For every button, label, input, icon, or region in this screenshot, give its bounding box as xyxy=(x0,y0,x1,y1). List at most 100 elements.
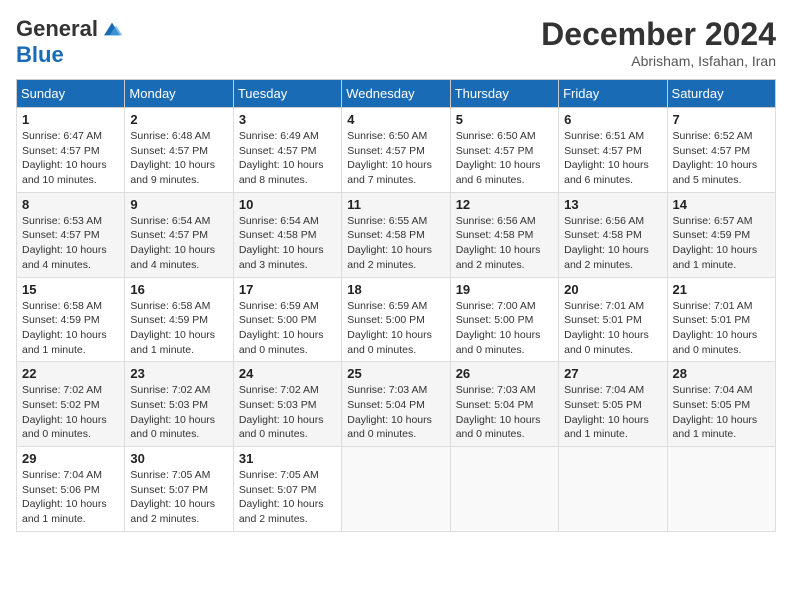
day-header-saturday: Saturday xyxy=(667,80,775,108)
day-info: Sunrise: 6:49 AM Sunset: 4:57 PM Dayligh… xyxy=(239,129,336,188)
calendar-cell: 14 Sunrise: 6:57 AM Sunset: 4:59 PM Dayl… xyxy=(667,192,775,277)
calendar-cell: 31 Sunrise: 7:05 AM Sunset: 5:07 PM Dayl… xyxy=(233,447,341,532)
day-number: 17 xyxy=(239,282,336,297)
day-info: Sunrise: 6:58 AM Sunset: 4:59 PM Dayligh… xyxy=(130,299,227,358)
day-number: 1 xyxy=(22,112,119,127)
day-info: Sunrise: 7:03 AM Sunset: 5:04 PM Dayligh… xyxy=(456,383,553,442)
day-number: 9 xyxy=(130,197,227,212)
day-number: 5 xyxy=(456,112,553,127)
day-info: Sunrise: 7:01 AM Sunset: 5:01 PM Dayligh… xyxy=(564,299,661,358)
day-info: Sunrise: 6:50 AM Sunset: 4:57 PM Dayligh… xyxy=(456,129,553,188)
day-info: Sunrise: 7:02 AM Sunset: 5:02 PM Dayligh… xyxy=(22,383,119,442)
calendar-cell xyxy=(450,447,558,532)
day-number: 3 xyxy=(239,112,336,127)
day-info: Sunrise: 7:00 AM Sunset: 5:00 PM Dayligh… xyxy=(456,299,553,358)
calendar-cell: 10 Sunrise: 6:54 AM Sunset: 4:58 PM Dayl… xyxy=(233,192,341,277)
calendar-cell: 29 Sunrise: 7:04 AM Sunset: 5:06 PM Dayl… xyxy=(17,447,125,532)
calendar-cell: 26 Sunrise: 7:03 AM Sunset: 5:04 PM Dayl… xyxy=(450,362,558,447)
calendar-cell: 11 Sunrise: 6:55 AM Sunset: 4:58 PM Dayl… xyxy=(342,192,450,277)
calendar-cell xyxy=(342,447,450,532)
day-info: Sunrise: 6:59 AM Sunset: 5:00 PM Dayligh… xyxy=(347,299,444,358)
logo-blue-text: Blue xyxy=(16,42,64,68)
calendar-cell: 9 Sunrise: 6:54 AM Sunset: 4:57 PM Dayli… xyxy=(125,192,233,277)
day-number: 6 xyxy=(564,112,661,127)
calendar-cell: 13 Sunrise: 6:56 AM Sunset: 4:58 PM Dayl… xyxy=(559,192,667,277)
day-info: Sunrise: 6:54 AM Sunset: 4:57 PM Dayligh… xyxy=(130,214,227,273)
logo: General Blue xyxy=(16,16,124,68)
day-number: 2 xyxy=(130,112,227,127)
day-number: 22 xyxy=(22,366,119,381)
calendar-cell: 25 Sunrise: 7:03 AM Sunset: 5:04 PM Dayl… xyxy=(342,362,450,447)
calendar-cell xyxy=(667,447,775,532)
day-number: 28 xyxy=(673,366,770,381)
day-header-tuesday: Tuesday xyxy=(233,80,341,108)
day-number: 20 xyxy=(564,282,661,297)
calendar-cell xyxy=(559,447,667,532)
day-info: Sunrise: 7:04 AM Sunset: 5:05 PM Dayligh… xyxy=(673,383,770,442)
day-number: 31 xyxy=(239,451,336,466)
calendar-cell: 24 Sunrise: 7:02 AM Sunset: 5:03 PM Dayl… xyxy=(233,362,341,447)
day-number: 16 xyxy=(130,282,227,297)
week-row-1: 1 Sunrise: 6:47 AM Sunset: 4:57 PM Dayli… xyxy=(17,108,776,193)
day-number: 21 xyxy=(673,282,770,297)
calendar-cell: 28 Sunrise: 7:04 AM Sunset: 5:05 PM Dayl… xyxy=(667,362,775,447)
calendar-table: SundayMondayTuesdayWednesdayThursdayFrid… xyxy=(16,79,776,532)
calendar-cell: 15 Sunrise: 6:58 AM Sunset: 4:59 PM Dayl… xyxy=(17,277,125,362)
calendar-cell: 8 Sunrise: 6:53 AM Sunset: 4:57 PM Dayli… xyxy=(17,192,125,277)
calendar-cell: 2 Sunrise: 6:48 AM Sunset: 4:57 PM Dayli… xyxy=(125,108,233,193)
day-info: Sunrise: 7:03 AM Sunset: 5:04 PM Dayligh… xyxy=(347,383,444,442)
day-number: 26 xyxy=(456,366,553,381)
day-info: Sunrise: 6:56 AM Sunset: 4:58 PM Dayligh… xyxy=(564,214,661,273)
calendar-cell: 30 Sunrise: 7:05 AM Sunset: 5:07 PM Dayl… xyxy=(125,447,233,532)
day-info: Sunrise: 7:01 AM Sunset: 5:01 PM Dayligh… xyxy=(673,299,770,358)
day-info: Sunrise: 7:05 AM Sunset: 5:07 PM Dayligh… xyxy=(239,468,336,527)
calendar-cell: 27 Sunrise: 7:04 AM Sunset: 5:05 PM Dayl… xyxy=(559,362,667,447)
day-info: Sunrise: 6:47 AM Sunset: 4:57 PM Dayligh… xyxy=(22,129,119,188)
day-info: Sunrise: 6:53 AM Sunset: 4:57 PM Dayligh… xyxy=(22,214,119,273)
day-number: 19 xyxy=(456,282,553,297)
calendar-cell: 6 Sunrise: 6:51 AM Sunset: 4:57 PM Dayli… xyxy=(559,108,667,193)
location: Abrisham, Isfahan, Iran xyxy=(541,53,776,69)
title-area: December 2024 Abrisham, Isfahan, Iran xyxy=(541,16,776,69)
calendar-cell: 19 Sunrise: 7:00 AM Sunset: 5:00 PM Dayl… xyxy=(450,277,558,362)
day-info: Sunrise: 6:55 AM Sunset: 4:58 PM Dayligh… xyxy=(347,214,444,273)
week-row-4: 22 Sunrise: 7:02 AM Sunset: 5:02 PM Dayl… xyxy=(17,362,776,447)
day-number: 25 xyxy=(347,366,444,381)
day-info: Sunrise: 6:50 AM Sunset: 4:57 PM Dayligh… xyxy=(347,129,444,188)
day-number: 30 xyxy=(130,451,227,466)
day-info: Sunrise: 6:59 AM Sunset: 5:00 PM Dayligh… xyxy=(239,299,336,358)
calendar-cell: 12 Sunrise: 6:56 AM Sunset: 4:58 PM Dayl… xyxy=(450,192,558,277)
day-number: 14 xyxy=(673,197,770,212)
calendar-cell: 1 Sunrise: 6:47 AM Sunset: 4:57 PM Dayli… xyxy=(17,108,125,193)
day-number: 18 xyxy=(347,282,444,297)
logo-icon xyxy=(100,19,124,39)
day-info: Sunrise: 7:05 AM Sunset: 5:07 PM Dayligh… xyxy=(130,468,227,527)
day-info: Sunrise: 6:56 AM Sunset: 4:58 PM Dayligh… xyxy=(456,214,553,273)
calendar-cell: 18 Sunrise: 6:59 AM Sunset: 5:00 PM Dayl… xyxy=(342,277,450,362)
day-number: 23 xyxy=(130,366,227,381)
day-info: Sunrise: 6:48 AM Sunset: 4:57 PM Dayligh… xyxy=(130,129,227,188)
day-header-thursday: Thursday xyxy=(450,80,558,108)
day-number: 7 xyxy=(673,112,770,127)
calendar-cell: 5 Sunrise: 6:50 AM Sunset: 4:57 PM Dayli… xyxy=(450,108,558,193)
week-row-5: 29 Sunrise: 7:04 AM Sunset: 5:06 PM Dayl… xyxy=(17,447,776,532)
day-number: 10 xyxy=(239,197,336,212)
logo-general-text: General xyxy=(16,16,98,42)
page-header: General Blue December 2024 Abrisham, Isf… xyxy=(16,16,776,69)
day-info: Sunrise: 6:58 AM Sunset: 4:59 PM Dayligh… xyxy=(22,299,119,358)
calendar-cell: 7 Sunrise: 6:52 AM Sunset: 4:57 PM Dayli… xyxy=(667,108,775,193)
day-header-wednesday: Wednesday xyxy=(342,80,450,108)
day-info: Sunrise: 6:54 AM Sunset: 4:58 PM Dayligh… xyxy=(239,214,336,273)
day-info: Sunrise: 6:51 AM Sunset: 4:57 PM Dayligh… xyxy=(564,129,661,188)
calendar-cell: 3 Sunrise: 6:49 AM Sunset: 4:57 PM Dayli… xyxy=(233,108,341,193)
day-header-friday: Friday xyxy=(559,80,667,108)
calendar-cell: 23 Sunrise: 7:02 AM Sunset: 5:03 PM Dayl… xyxy=(125,362,233,447)
day-info: Sunrise: 7:02 AM Sunset: 5:03 PM Dayligh… xyxy=(130,383,227,442)
day-number: 12 xyxy=(456,197,553,212)
day-number: 11 xyxy=(347,197,444,212)
day-header-sunday: Sunday xyxy=(17,80,125,108)
calendar-cell: 17 Sunrise: 6:59 AM Sunset: 5:00 PM Dayl… xyxy=(233,277,341,362)
day-info: Sunrise: 6:57 AM Sunset: 4:59 PM Dayligh… xyxy=(673,214,770,273)
week-row-3: 15 Sunrise: 6:58 AM Sunset: 4:59 PM Dayl… xyxy=(17,277,776,362)
calendar-cell: 22 Sunrise: 7:02 AM Sunset: 5:02 PM Dayl… xyxy=(17,362,125,447)
